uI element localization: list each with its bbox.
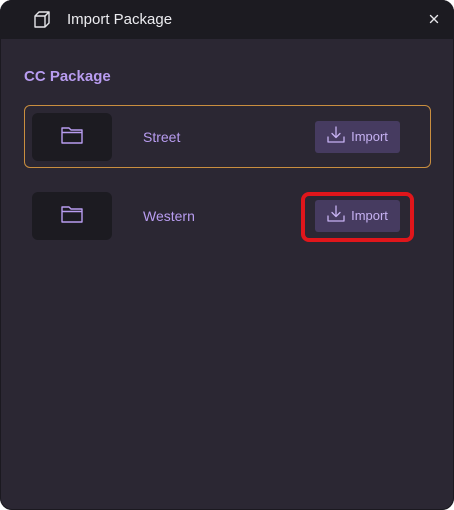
dialog-title: Import Package <box>67 11 173 28</box>
download-icon <box>327 126 345 148</box>
import-label: Import <box>351 208 388 223</box>
package-name: Street <box>143 129 181 145</box>
import-button-western[interactable]: Import <box>315 200 400 232</box>
package-thumbnail <box>32 192 112 240</box>
section-title: CC Package <box>24 68 111 85</box>
folder-icon <box>61 205 83 228</box>
folder-icon <box>61 126 83 149</box>
package-row-western[interactable]: Western Import <box>24 184 431 247</box>
cube-icon <box>32 10 52 30</box>
import-label: Import <box>351 129 388 144</box>
download-icon <box>327 205 345 227</box>
package-name: Western <box>143 208 195 224</box>
import-package-dialog: Import Package CC Package Street Import … <box>0 0 454 510</box>
close-button[interactable] <box>426 12 442 28</box>
close-icon[interactable] <box>429 11 439 29</box>
package-thumbnail <box>32 113 112 161</box>
import-button-street[interactable]: Import <box>315 121 400 153</box>
title-bar: Import Package <box>0 0 454 39</box>
package-row-street[interactable]: Street Import <box>24 105 431 168</box>
